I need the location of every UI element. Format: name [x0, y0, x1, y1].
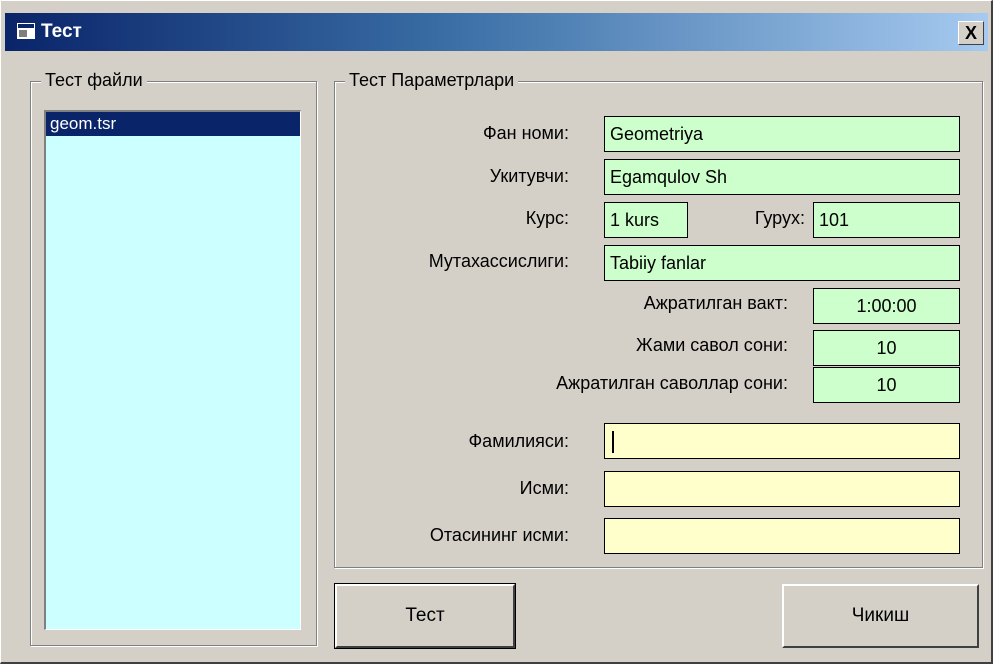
allotted-time-field: 1:00:00 [813, 288, 960, 324]
selected-questions-label: Ажратилган саволлар сони: [556, 373, 788, 393]
subject-label: Фан номи: [482, 123, 569, 143]
group-field: 101 [813, 202, 960, 238]
allotted-time-label: Ажратилган вакт: [643, 293, 788, 313]
test-files-group: Тест файли geom.tsr [30, 70, 317, 646]
exit-button-label: Чикиш [851, 605, 910, 626]
course-label: Курс: [525, 208, 569, 228]
first-name-label: Исми: [519, 478, 569, 498]
group-label: Гурух: [754, 208, 805, 228]
teacher-label: Укитувчи: [489, 166, 569, 186]
title-bar[interactable]: Тест X [5, 13, 988, 51]
total-questions-field: 10 [813, 330, 960, 366]
exit-button[interactable]: Чикиш [782, 584, 979, 648]
window-title: Тест [41, 21, 82, 42]
total-questions-label: Жами савол сони: [636, 335, 788, 355]
selected-questions-field: 10 [813, 367, 960, 403]
test-button[interactable]: Тест [334, 583, 516, 649]
specialty-field: Tabiiy fanlar [604, 245, 960, 281]
teacher-field: Egamqulov Sh [604, 159, 960, 195]
patronymic-label: Отасининг исми: [429, 525, 569, 545]
test-button-label: Тест [405, 605, 445, 626]
last-name-input[interactable] [604, 423, 960, 459]
last-name-label: Фамилияси: [468, 431, 570, 451]
patronymic-input[interactable] [604, 518, 960, 554]
list-item[interactable]: geom.tsr [46, 112, 300, 136]
subject-field: Geometriya [604, 116, 960, 152]
test-window: Тест X Тест файли geom.tsr Тест Параметр… [0, 0, 993, 664]
close-button[interactable]: X [958, 21, 984, 45]
course-field: 1 kurs [604, 202, 688, 238]
test-files-group-label: Тест файли [41, 70, 147, 91]
first-name-input[interactable] [604, 471, 960, 507]
specialty-label: Мутахассислиги: [428, 251, 569, 271]
text-caret [612, 431, 614, 454]
test-files-listbox[interactable]: geom.tsr [44, 110, 301, 630]
app-window-icon [17, 23, 35, 39]
test-parameters-group-label: Тест Параметрлари [345, 70, 519, 91]
